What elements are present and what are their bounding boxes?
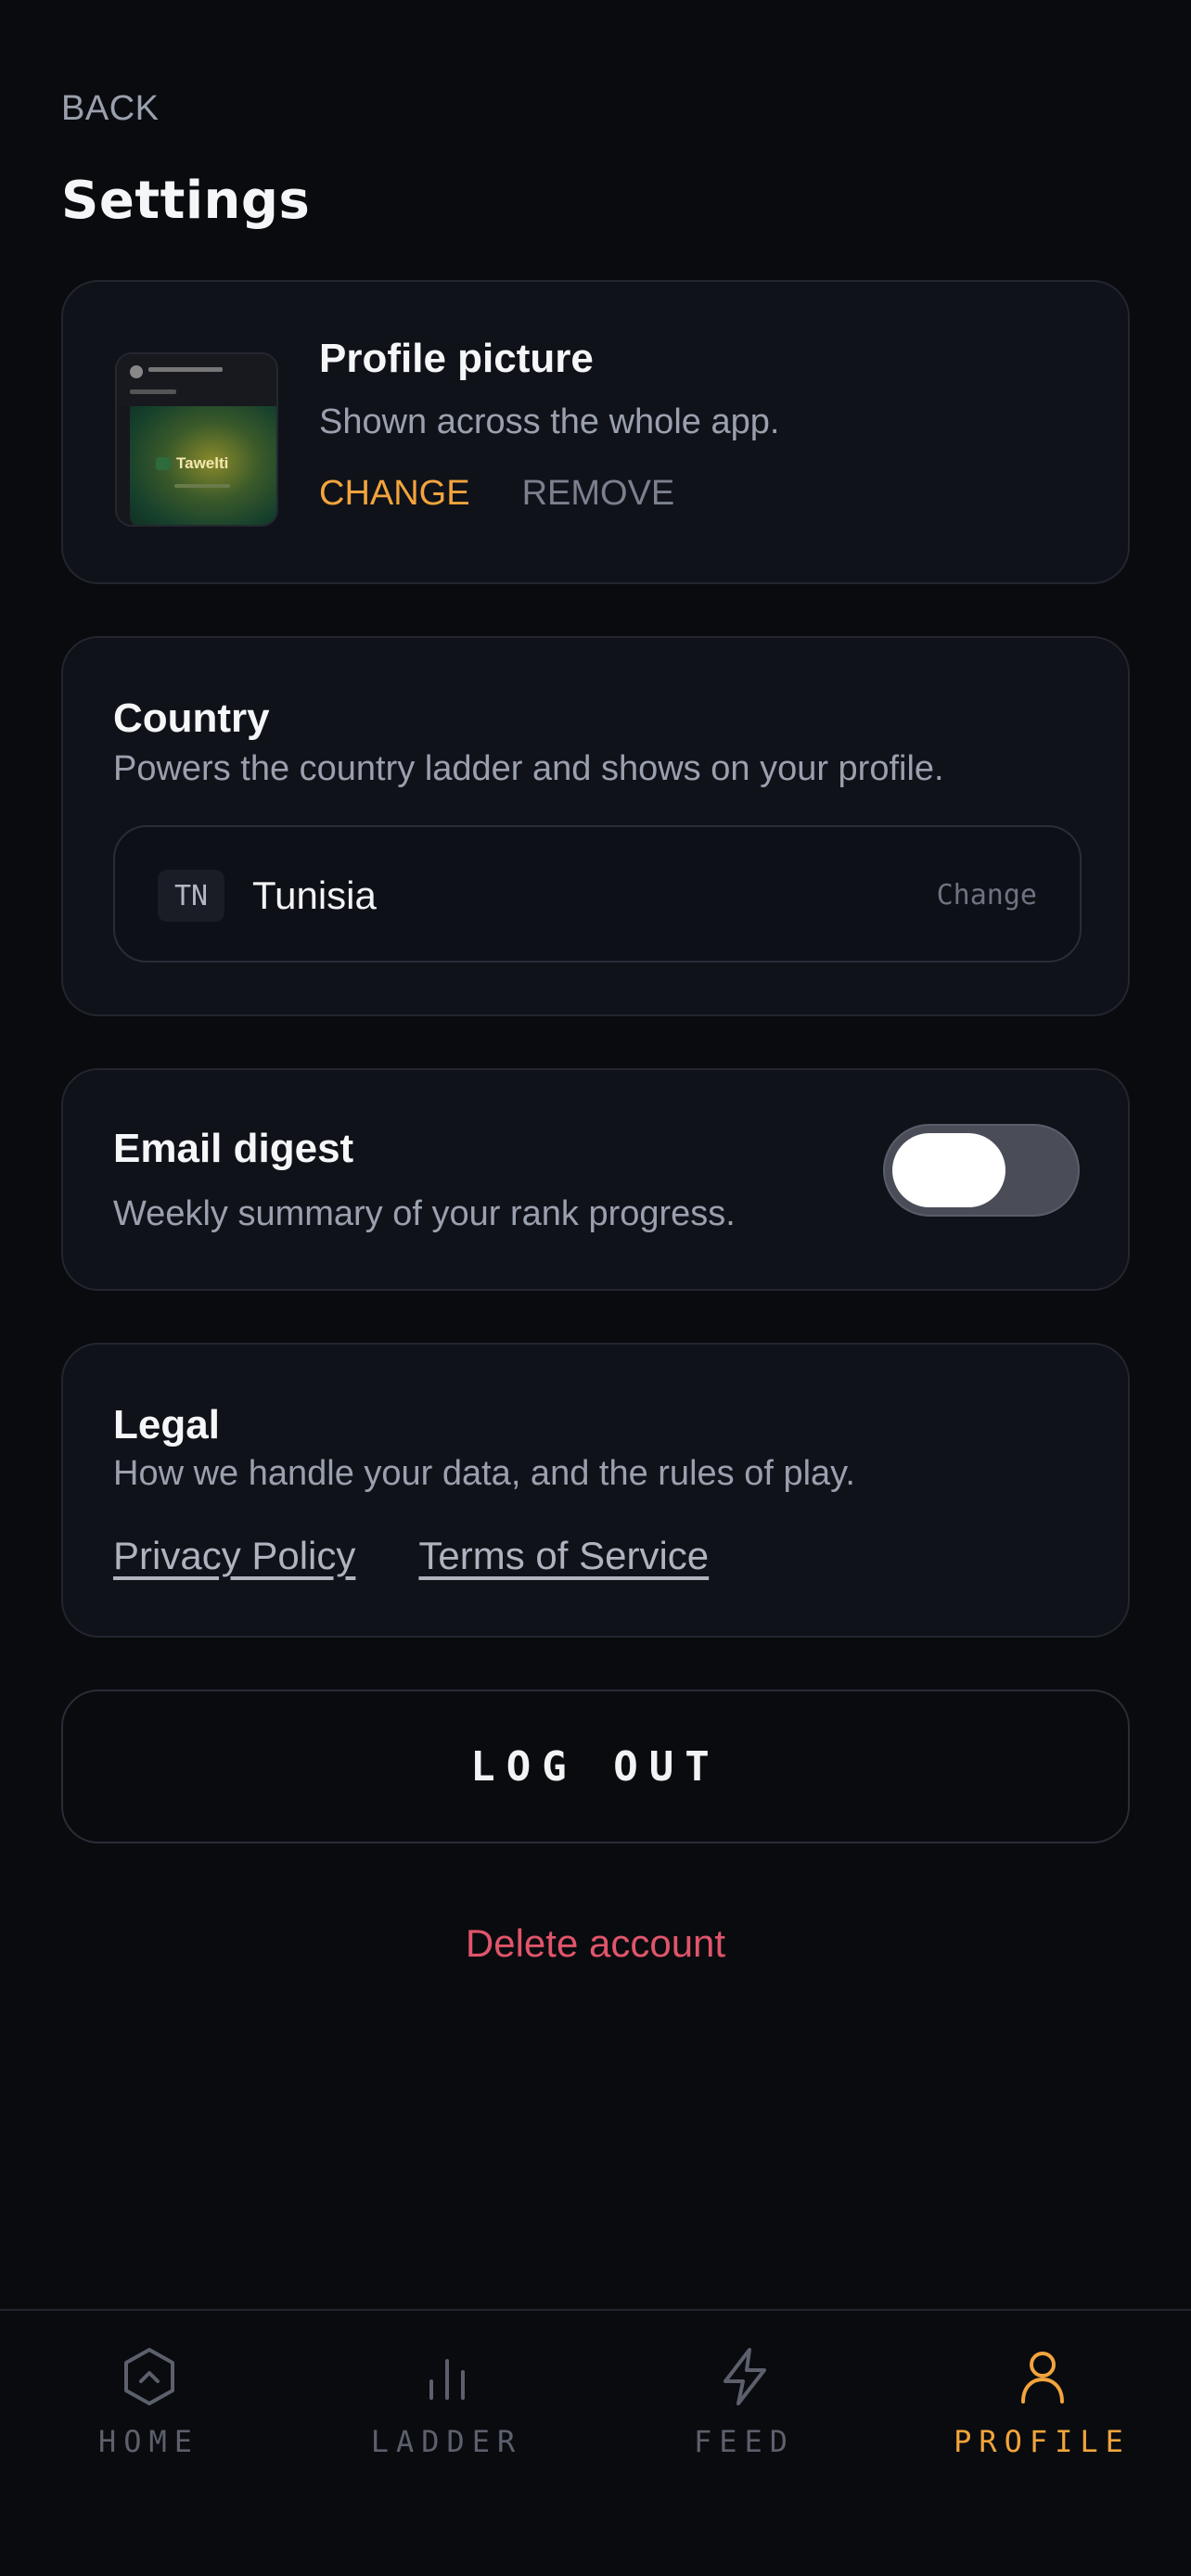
country-code-badge: TN [158,870,224,922]
email-digest-heading: Email digest [113,1126,354,1171]
profile-picture-subtitle: Shown across the whole app. [319,402,780,441]
home-hexagon-icon [123,2348,174,2405]
nav-item-ladder[interactable]: LADDER [298,2344,596,2483]
thumbnail-brand-text: Tawelti [176,454,229,472]
legal-heading: Legal [113,1402,220,1447]
legal-subtitle: How we handle your data, and the rules o… [113,1454,855,1493]
change-country-button[interactable]: Change [937,879,1037,912]
thumbnail-text-line [130,389,176,394]
bottom-nav: HOME LADDER FEED PROFILE [0,2309,1191,2576]
profile-picture-card: Tawelti Profile picture Shown across the… [61,280,1130,584]
user-icon [1020,2352,1064,2404]
profile-avatar-thumbnail[interactable]: Tawelti [115,352,278,527]
thumbnail-caption-line [174,484,230,488]
country-heading: Country [113,695,270,741]
change-picture-button[interactable]: CHANGE [319,474,470,514]
profile-picture-actions: CHANGE REMOVE [319,474,779,514]
remove-picture-button[interactable]: REMOVE [522,474,675,514]
nav-label-home: HOME [97,2424,200,2459]
settings-page: BACK Settings Tawelti Profile picture Sh… [0,0,1191,2576]
thumbnail-header [117,354,276,406]
page-title: Settings [61,171,311,231]
toggle-knob [892,1133,1005,1207]
thumbnail-text-line [148,367,223,372]
email-digest-toggle[interactable] [883,1124,1080,1217]
nav-label-feed: FEED [693,2424,796,2459]
lightning-icon [723,2348,766,2405]
legal-links: Privacy Policy Terms of Service [113,1534,709,1578]
brand-logo-icon [156,457,171,470]
ladder-bars-icon [429,2359,465,2400]
nav-item-home[interactable]: HOME [0,2344,298,2483]
back-button[interactable]: BACK [61,89,159,129]
legal-card: Legal How we handle your data, and the r… [61,1343,1130,1638]
logout-button[interactable]: LOG OUT [61,1690,1130,1843]
nav-item-feed[interactable]: FEED [596,2344,893,2483]
privacy-policy-link[interactable]: Privacy Policy [113,1534,355,1578]
thumbnail-brand: Tawelti [156,454,228,473]
terms-of-service-link[interactable]: Terms of Service [418,1534,709,1578]
email-digest-subtitle: Weekly summary of your rank progress. [113,1194,736,1233]
profile-picture-info: Profile picture Shown across the whole a… [319,336,779,514]
nav-label-profile: PROFILE [954,2424,1131,2459]
delete-account-button[interactable]: Delete account [0,1921,1191,1966]
nav-item-profile[interactable]: PROFILE [893,2344,1191,2483]
thumbnail-avatar-dot [130,365,143,378]
country-card: Country Powers the country ladder and sh… [61,636,1130,1016]
email-digest-card: Email digest Weekly summary of your rank… [61,1068,1130,1291]
country-subtitle: Powers the country ladder and shows on y… [113,749,944,788]
country-name: Tunisia [252,874,377,917]
country-selector[interactable]: TN Tunisia Change [113,825,1082,963]
profile-picture-heading: Profile picture [319,336,594,381]
nav-label-ladder: LADDER [370,2424,523,2459]
